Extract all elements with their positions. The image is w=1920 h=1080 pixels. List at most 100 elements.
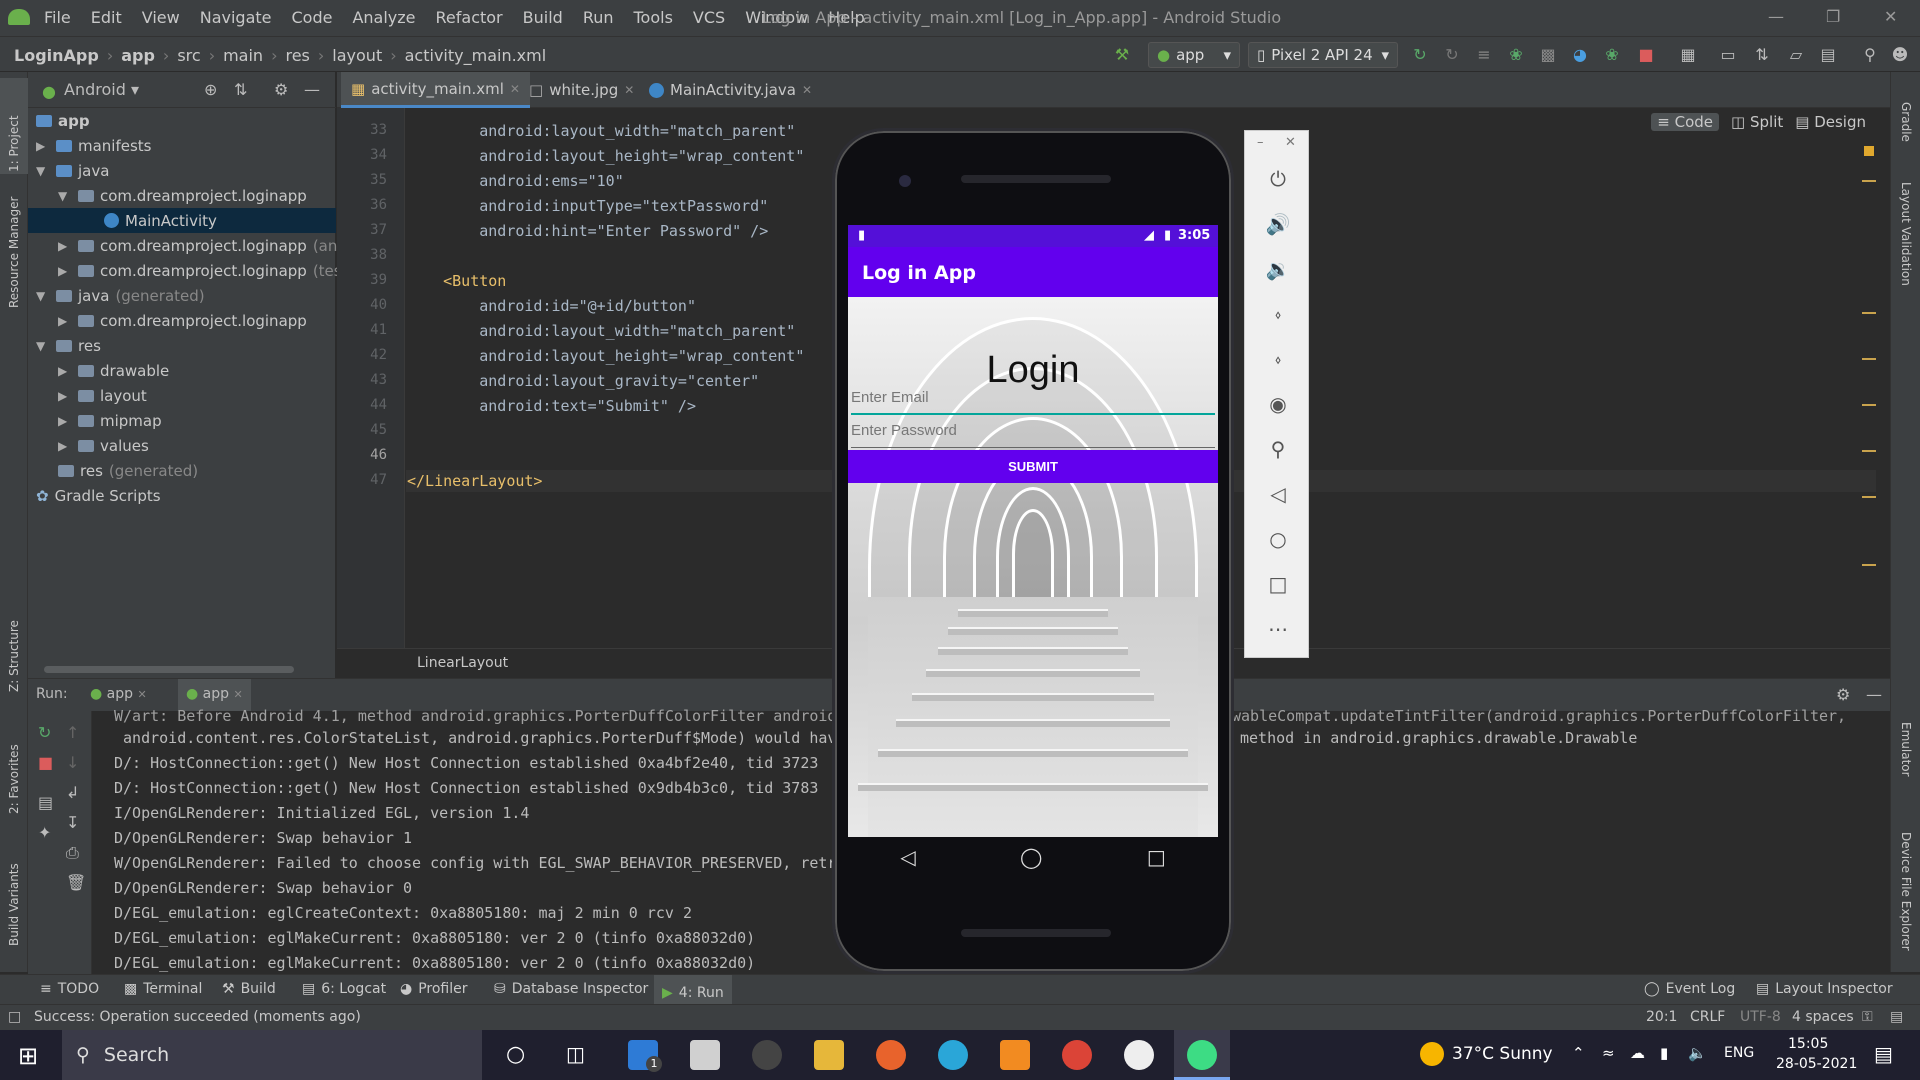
taskbar-search[interactable]: ⚲ Search (62, 1030, 482, 1080)
home-icon[interactable]: ○ (1265, 527, 1291, 553)
volume-up-icon[interactable]: 🔊 (1265, 212, 1291, 238)
todo-tool-button[interactable]: ≡ TODO (40, 981, 99, 997)
layout-inspector-tool-button[interactable]: ▤ Layout Inspector (1756, 981, 1893, 997)
taskbar-date[interactable]: 28-05-2021 (1776, 1056, 1857, 1072)
event-log-tool-button[interactable]: ◯ Event Log (1644, 981, 1735, 997)
hide-icon[interactable]: — (304, 80, 320, 99)
chevron-up-icon[interactable]: ⌃ (1572, 1044, 1585, 1062)
volume-down-icon[interactable]: 🔉 (1265, 257, 1291, 283)
run-tests-icon[interactable]: ≡ (1474, 45, 1494, 65)
rerun-icon[interactable]: ↻ (38, 723, 51, 742)
speedometer-icon[interactable] (752, 1040, 782, 1070)
breadcrumb-res[interactable]: res (285, 46, 309, 65)
language-indicator[interactable]: ENG (1724, 1045, 1754, 1061)
phone-screen[interactable]: ▮ ◢ ▮ 3:05 Log in App Login Enter Email … (848, 225, 1218, 837)
password-field[interactable]: Enter Password (851, 416, 1215, 448)
stripe-favorites[interactable]: 2: Favorites (7, 744, 21, 814)
hide-icon[interactable]: — (1866, 685, 1882, 704)
device-select[interactable]: ▯ Pixel 2 API 24 ▾ (1248, 42, 1398, 68)
tree-item-res[interactable]: ▼ res (36, 333, 101, 358)
gear-icon[interactable]: ⚙ (274, 80, 288, 99)
tree-item-values[interactable]: ▶ values (58, 433, 149, 458)
notifications-icon[interactable]: ▤ (1874, 1042, 1893, 1066)
account-icon[interactable]: ☻ (1890, 45, 1910, 65)
email-field[interactable]: Enter Email (851, 383, 1215, 415)
breadcrumb-layout[interactable]: layout (332, 46, 382, 65)
tree-item-java-generated[interactable]: ▼ java (generated) (36, 283, 205, 308)
menu-run[interactable]: Run (583, 8, 614, 27)
breadcrumb-main[interactable]: main (223, 46, 263, 65)
restore-icon[interactable]: ❐ (1826, 7, 1840, 26)
build-tool-button[interactable]: ⚒ Build (222, 981, 276, 997)
back-icon[interactable]: ◁ (1265, 482, 1291, 508)
weather-text[interactable]: 37°C Sunny (1452, 1044, 1553, 1064)
profile-icon[interactable]: ◕ (1570, 45, 1590, 65)
tree-item-package-test[interactable]: ▶ com.dreamproject.loginapp (test) (58, 258, 353, 283)
cortana-icon[interactable]: ○ (506, 1042, 525, 1067)
firefox-icon[interactable] (876, 1040, 906, 1070)
cloud-icon[interactable]: ☁ (1630, 1044, 1645, 1062)
menu-build[interactable]: Build (523, 8, 563, 27)
design-view-button[interactable]: ▤ Design (1795, 113, 1866, 131)
menu-refactor[interactable]: Refactor (436, 8, 503, 27)
stripe-resource-manager[interactable]: Resource Manager (7, 197, 21, 308)
caret-position[interactable]: 20:1 (1646, 1009, 1677, 1025)
database-inspector-tool-button[interactable]: ⛁ Database Inspector (494, 981, 648, 997)
tab-mainactivity-java[interactable]: MainActivity.java ✕ (639, 72, 822, 108)
avd-manager-icon[interactable]: ▭ (1718, 45, 1738, 65)
error-stripe[interactable] (1862, 108, 1876, 648)
breadcrumb-linearlayout[interactable]: LinearLayout (417, 655, 508, 671)
breadcrumb-file[interactable]: activity_main.xml (405, 46, 547, 65)
menu-tools[interactable]: Tools (634, 8, 673, 27)
close-icon[interactable]: ✕ (1884, 7, 1897, 26)
debug-icon[interactable]: ❀ (1506, 45, 1526, 65)
view-mode-select[interactable]: Android ▾ (64, 80, 139, 99)
device-manager-icon[interactable]: ▱ (1786, 45, 1806, 65)
memory-icon[interactable]: ▤ (1890, 1009, 1903, 1025)
sublime-icon[interactable] (1000, 1040, 1030, 1070)
tree-item-mipmap[interactable]: ▶ mipmap (58, 408, 162, 433)
coverage-icon[interactable]: ▩ (1538, 45, 1558, 65)
close-tab-icon[interactable]: ✕ (802, 83, 812, 97)
tree-item-drawable[interactable]: ▶ drawable (58, 358, 169, 383)
speaker-icon[interactable]: 🔈 (1688, 1044, 1707, 1062)
stop-icon[interactable]: ■ (38, 753, 53, 772)
taskbar-time[interactable]: 15:05 (1788, 1036, 1828, 1052)
menu-analyze[interactable]: Analyze (352, 8, 415, 27)
code-view-button[interactable]: ≡ Code (1651, 113, 1720, 131)
layout-icon[interactable]: ▤ (38, 793, 53, 812)
stripe-structure[interactable]: Z: Structure (7, 620, 21, 692)
horizontal-scrollbar[interactable] (44, 666, 294, 673)
menu-view[interactable]: View (142, 8, 180, 27)
sdk-manager-icon[interactable]: ▤ (1818, 45, 1838, 65)
gear-icon[interactable]: ⚙ (1836, 685, 1850, 704)
chrome-icon[interactable] (1062, 1040, 1092, 1070)
tree-item-layout[interactable]: ▶ layout (58, 383, 147, 408)
rotate-right-icon[interactable]: ⬫ (1265, 347, 1291, 373)
file-encoding[interactable]: UTF-8 (1740, 1009, 1781, 1025)
run-tab-app-1[interactable]: ● app ✕ (90, 686, 147, 702)
arrow-down-icon[interactable]: ↓ (66, 753, 79, 772)
menu-vcs[interactable]: VCS (693, 8, 725, 27)
line-separator[interactable]: CRLF (1690, 1009, 1725, 1025)
mail-icon[interactable]: 1 (628, 1040, 662, 1072)
status-square-icon[interactable]: □ (8, 1009, 21, 1025)
rotate-left-icon[interactable]: ⬫ (1265, 302, 1291, 328)
attach-debugger-icon[interactable]: ❀ (1602, 45, 1622, 65)
close-tab-icon[interactable]: ✕ (624, 83, 634, 97)
zoom-icon[interactable]: ⚲ (1265, 437, 1291, 463)
tab-activity-main[interactable]: ▦ activity_main.xml ✕ (341, 72, 530, 108)
stripe-device-file-explorer[interactable]: Device File Explorer (1899, 832, 1913, 951)
minimize-icon[interactable]: — (1768, 7, 1784, 26)
stripe-gradle[interactable]: Gradle (1899, 102, 1913, 142)
back-icon[interactable]: ◁ (900, 845, 915, 869)
tree-item-app[interactable]: app (36, 108, 90, 133)
run-config-select[interactable]: ● app ▾ (1148, 42, 1240, 68)
home-icon[interactable]: ◯ (1020, 845, 1042, 869)
apply-code-changes-icon[interactable]: ↻ (1442, 45, 1462, 65)
tree-item-java[interactable]: ▼ java (36, 158, 109, 183)
android-studio-taskbar-item[interactable] (1174, 1030, 1230, 1080)
file-explorer-icon[interactable] (814, 1040, 844, 1070)
profiler-tool-button[interactable]: ◕ Profiler (400, 981, 468, 997)
tree-item-res-generated[interactable]: res (generated) (58, 458, 198, 483)
